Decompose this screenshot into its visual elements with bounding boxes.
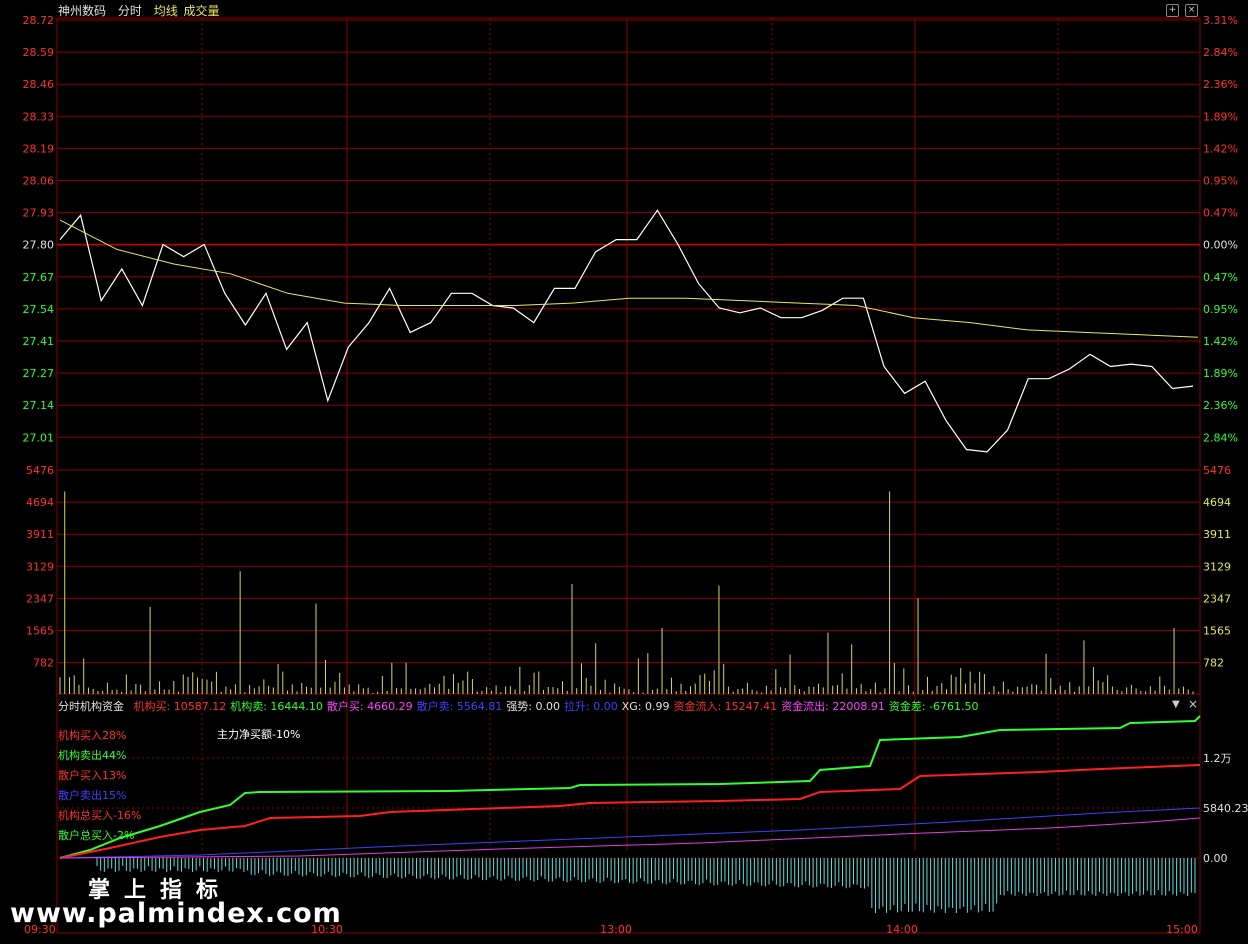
price-tick-label: 27.41 [23, 335, 55, 348]
pct-tick-label: 2.36% [1203, 78, 1238, 91]
zoom-icon[interactable]: + [1166, 4, 1179, 17]
chart-canvas: 28.72 3.31% 28.59 2.84% 28.46 2.36% 28.33 1.89%… [23, 14, 1248, 936]
mode-label[interactable]: 分时 [118, 4, 142, 18]
intraday-chart-window: 28.72 3.31% 28.59 2.84% 28.46 2.36% 28.33 1.89%… [0, 0, 1248, 940]
indicator-right-label: 1.2万 [1203, 752, 1232, 765]
legend-item: 散户卖出15% [58, 789, 127, 802]
inst-buy-line [59, 764, 1201, 859]
volume-tick-label: 2347 [26, 592, 54, 605]
price-tick-label: 28.46 [23, 78, 55, 91]
indicator-item: 资金流入: 15247.41 [673, 700, 778, 713]
volume-tick-label: 3911 [26, 528, 54, 541]
pct-tick-label: 1.42% [1203, 335, 1238, 348]
price-tick-label: 28.06 [23, 175, 55, 188]
indicator-item: 散户买: 4660.29 [326, 700, 413, 713]
legend-item: 散户买入13% [58, 769, 127, 782]
chart-frame [56, 17, 1201, 934]
stock-name: 神州数码 [58, 4, 107, 18]
time-tick-label: 15:00 [1166, 923, 1198, 936]
retail-buy-line [59, 817, 1201, 859]
indicator-header: 分时机构资金 机构买: 10587.12 机构卖: 16444.10 散户买: 46… [58, 698, 983, 714]
indicator-close-icon[interactable]: × [1188, 697, 1198, 711]
volume-tick-label-right: 782 [1203, 657, 1224, 670]
pct-tick-label: 0.47% [1203, 207, 1238, 220]
pct-tick-label: 0.00% [1203, 239, 1238, 252]
volume-tick-label-right: 3911 [1203, 528, 1231, 541]
price-tick-label: 28.33 [23, 110, 55, 123]
volume-tick-label: 4694 [26, 496, 54, 509]
indicator-item: 拉升: 0.00 [564, 700, 618, 713]
legend-item: 散户总买入-2% [58, 829, 135, 842]
price-tick-label: 27.93 [23, 207, 55, 220]
indicator-item: 强势: 0.00 [506, 700, 561, 713]
net-buy-label: 主力净买额-10% [217, 728, 301, 741]
pct-tick-label: 1.42% [1203, 142, 1238, 155]
volume-tick-label-right: 5476 [1203, 464, 1231, 477]
price-tick-label: 27.80 [23, 239, 55, 252]
price-tick-label: 27.14 [23, 399, 55, 412]
indicator-item: 机构买: 10587.12 [133, 700, 227, 713]
indicator-item: XG: 0.99 [621, 700, 670, 713]
time-tick-label: 14:00 [886, 923, 918, 936]
legend-item: 机构买入28% [58, 729, 127, 742]
volume-tick-label: 1565 [26, 625, 54, 638]
pct-tick-label: 2.36% [1203, 399, 1238, 412]
pct-tick-label: 0.47% [1203, 271, 1238, 284]
volume-tick-label-right: 3129 [1203, 560, 1231, 573]
avg-line-label[interactable]: 均线 [154, 4, 178, 18]
chart-header: 神州数码 分时 均线 成交量 [58, 2, 228, 19]
volume-tick-label-right: 4694 [1203, 496, 1231, 509]
price-tick-label: 27.54 [23, 303, 55, 316]
pct-tick-label: 0.95% [1203, 303, 1238, 316]
price-tick-label: 28.19 [23, 142, 55, 155]
pct-tick-label: 0.95% [1203, 175, 1238, 188]
price-tick-label: 28.59 [23, 46, 55, 59]
indicator-right-label: 5840.23 [1203, 802, 1248, 815]
volume-tick-label: 3129 [26, 560, 54, 573]
avg-line [59, 219, 1199, 338]
indicator-item: 散户卖: 5564.81 [416, 700, 503, 713]
legend-item: 机构总买入-16% [58, 809, 142, 822]
indicator-item: 资金差: -6761.50 [888, 700, 979, 713]
pct-tick-label: 2.84% [1203, 431, 1238, 444]
volume-tick-label-right: 1565 [1203, 625, 1231, 638]
volume-tick-label: 5476 [26, 464, 54, 477]
pct-tick-label: 3.31% [1203, 14, 1238, 27]
indicator-right-label: 0.00 [1203, 852, 1228, 865]
pct-tick-label: 2.84% [1203, 46, 1238, 59]
volume-tick-label: 782 [33, 657, 54, 670]
indicator-title[interactable]: 分时机构资金 [58, 700, 124, 713]
price-tick-label: 27.27 [23, 367, 55, 380]
legend-item: 机构卖出44% [58, 749, 127, 762]
volume-tick-label-right: 2347 [1203, 592, 1231, 605]
price-tick-label: 28.72 [23, 14, 55, 27]
watermark-url: www.palmindex.com [10, 898, 342, 929]
price-tick-label: 27.67 [23, 271, 55, 284]
pct-tick-label: 1.89% [1203, 110, 1238, 123]
volume-label[interactable]: 成交量 [184, 4, 220, 18]
time-tick-label: 13:00 [600, 923, 632, 936]
pct-tick-label: 1.89% [1203, 367, 1238, 380]
indicator-menu-icon[interactable]: ▼ [1172, 699, 1180, 710]
price-tick-label: 27.01 [23, 431, 55, 444]
retail-sell-line [59, 807, 1201, 859]
indicator-item: 资金流出: 22008.91 [781, 700, 885, 713]
indicator-item: 机构卖: 16444.10 [230, 700, 323, 713]
close-icon[interactable]: × [1185, 4, 1198, 17]
